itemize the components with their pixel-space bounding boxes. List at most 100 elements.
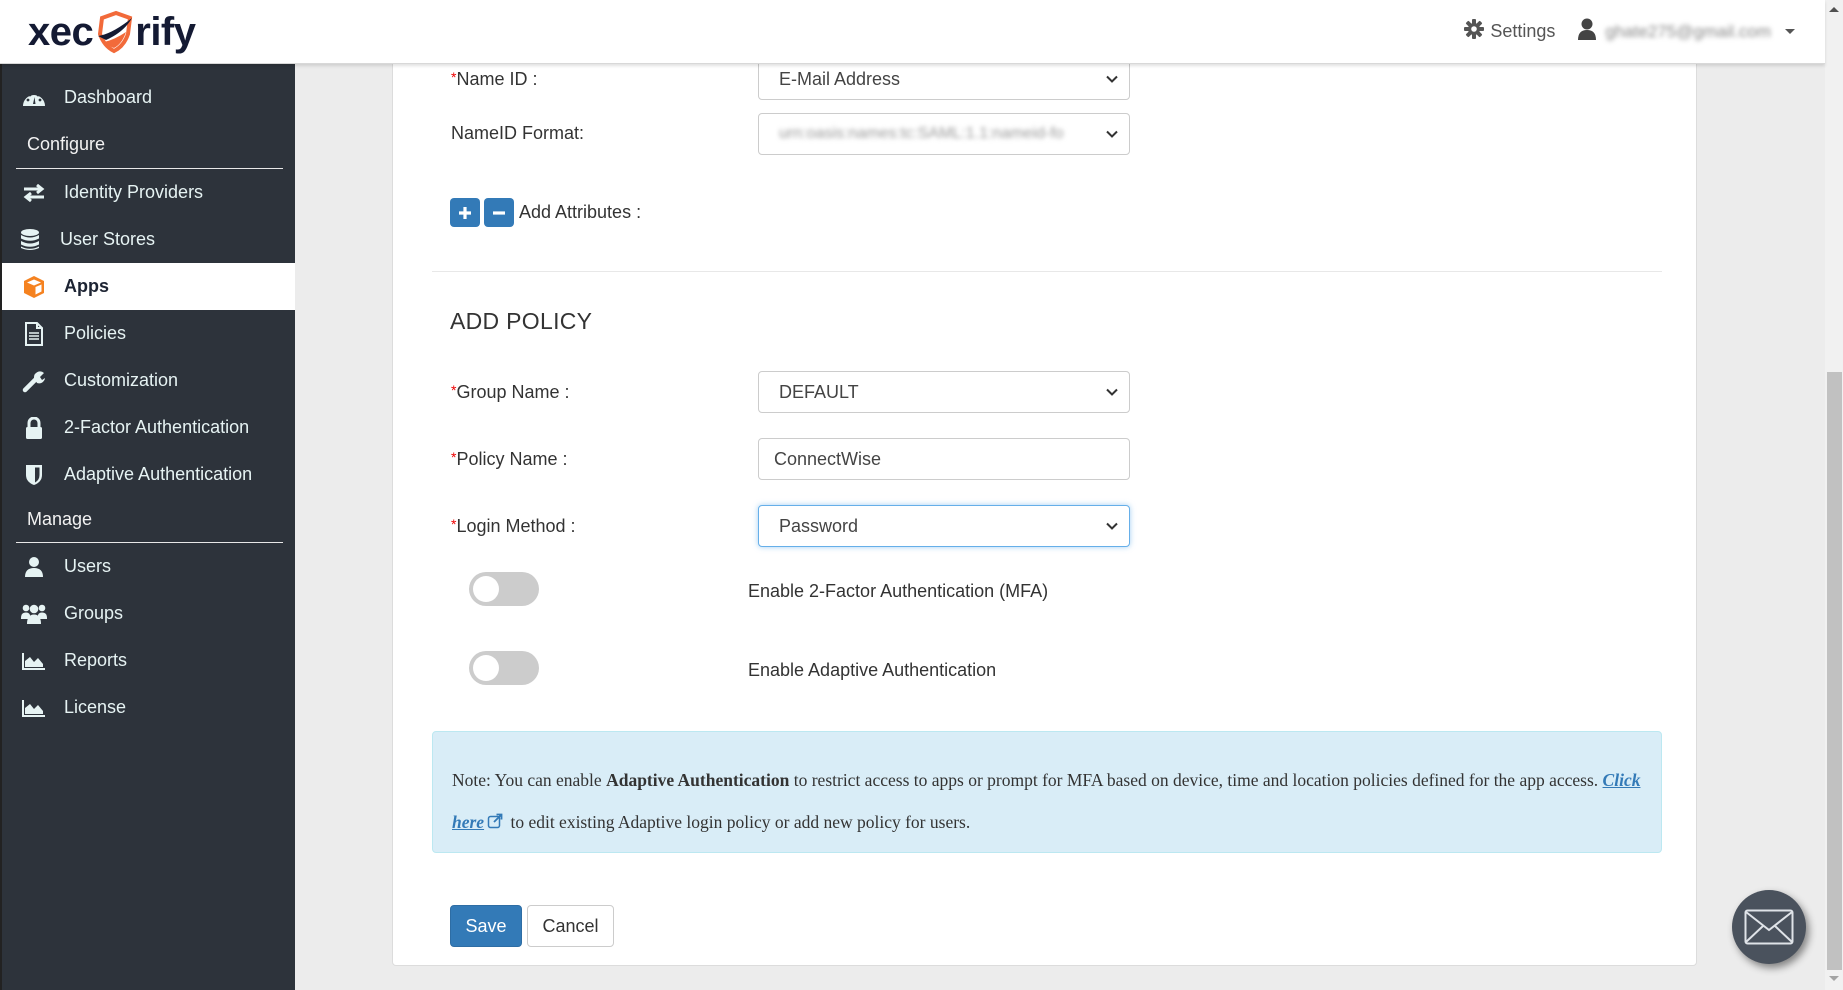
mfa-toggle[interactable] [469,572,539,606]
select-value: Password [779,515,859,536]
note-text: to restrict access to apps or prompt for… [789,770,1603,790]
sidebar-item-label: Users [64,556,112,576]
select-value: urn:oasis:names:tc:SAML:1.1:nameid-fo [779,125,1064,142]
sidebar-item-policies[interactable]: Policies [2,310,295,357]
sidebar-item-user-stores[interactable]: User Stores [2,216,295,263]
lock-icon [20,416,48,440]
settings-link[interactable]: Settings [1464,19,1555,44]
logo-text-left: xec [28,9,94,54]
logo-shield-icon [94,10,134,54]
sidebar-item-identity-providers[interactable]: Identity Providers [2,169,295,216]
login-method-label: *Login Method : [451,516,576,537]
cancel-button[interactable]: Cancel [527,905,614,947]
sidebar-item-2fa[interactable]: 2-Factor Authentication [2,404,295,451]
label-text: Login Method : [456,516,576,536]
login-method-select[interactable]: Password [758,505,1130,547]
input-value: ConnectWise [774,448,882,469]
section-configure: Configure [27,134,106,154]
toggle-knob [473,655,499,681]
sidebar-item-dashboard[interactable]: Dashboard [2,74,295,121]
select-value: E-Mail Address [779,68,901,89]
sidebar: Dashboard Configure Identity Providers U… [0,64,295,990]
scroll-up-arrow-icon[interactable] [1829,7,1839,12]
sidebar-item-license[interactable]: License [2,684,295,731]
top-header: xec rify Settings ghate275@gmail.com [0,0,1825,64]
note-text: to edit existing Adaptive login policy o… [506,812,971,832]
name-id-select[interactable]: E-Mail Address [758,58,1130,100]
logo-text-right: rify [135,9,196,54]
section-manage: Manage [27,509,93,529]
toggle-knob [473,576,499,602]
note-text: Note: You can enable [452,770,607,790]
sidebar-item-adaptive-auth[interactable]: Adaptive Authentication [2,451,295,498]
users-icon [20,602,48,626]
chevron-down-icon [1106,388,1118,396]
xecurify-logo[interactable]: xec rify [28,8,196,56]
dashboard-icon [20,86,48,110]
sidebar-item-apps[interactable]: Apps [2,263,295,310]
remove-attribute-button[interactable] [484,198,514,227]
user-menu[interactable]: ghate275@gmail.com [1577,18,1795,45]
database-icon [16,228,44,252]
sidebar-item-users[interactable]: Users [2,543,295,590]
group-name-label: *Group Name : [451,382,570,403]
sidebar-item-label: Reports [64,650,128,670]
note-bold-text: Adaptive Authentication [606,770,790,790]
sidebar-item-label: Identity Providers [64,182,204,202]
sidebar-item-label: Groups [64,603,124,623]
chevron-down-icon [1106,130,1118,138]
mfa-toggle-label: Enable 2-Factor Authentication (MFA) [748,581,1049,601]
nameid-format-label: NameID Format: [451,123,585,143]
sidebar-item-label: Adaptive Authentication [64,464,253,484]
adaptive-auth-note: Note: You can enable Adaptive Authentica… [432,731,1662,853]
section-divider [432,271,1662,272]
chevron-down-icon [1785,29,1795,34]
sidebar-item-reports[interactable]: Reports [2,637,295,684]
label-text: Policy Name : [456,449,568,469]
name-id-label: *Name ID : [451,69,537,90]
chevron-down-icon [1106,75,1118,83]
scroll-down-arrow-icon[interactable] [1829,976,1839,981]
label-text: Name ID : [456,69,538,89]
sidebar-item-label: License [64,697,127,717]
shield-icon [20,463,48,487]
app-config-card: *Name ID : E-Mail Address NameID Format:… [392,58,1697,966]
sidebar-item-groups[interactable]: Groups [2,590,295,637]
document-icon [20,321,48,346]
add-attributes-label: Add Attributes : [519,202,642,222]
gear-icon [1464,19,1485,44]
external-link-icon [487,802,503,829]
user-email: ghate275@gmail.com [1605,21,1771,41]
sidebar-item-label: Policies [64,323,127,343]
user-icon [20,555,48,579]
policy-name-input[interactable]: ConnectWise [758,438,1130,480]
chevron-down-icon [1106,522,1118,530]
sidebar-item-label: Customization [64,370,179,390]
mail-icon [1744,909,1794,945]
sidebar-item-customization[interactable]: Customization [2,357,295,404]
wrench-icon [20,369,48,393]
sidebar-item-label: Apps [64,276,109,296]
select-value: DEFAULT [779,381,859,402]
page-scrollbar[interactable] [1825,0,1843,990]
contact-support-button[interactable] [1732,890,1806,964]
scrollbar-thumb[interactable] [1827,372,1842,970]
policy-name-label: *Policy Name : [451,449,568,470]
area-chart-icon [20,649,48,673]
sidebar-item-label: User Stores [60,229,156,249]
sidebar-item-label: 2-Factor Authentication [64,417,250,437]
area-chart-icon [20,696,48,720]
nameid-format-select[interactable]: urn:oasis:names:tc:SAML:1.1:nameid-fo [758,113,1130,155]
add-attribute-button[interactable] [450,198,480,227]
save-button[interactable]: Save [450,905,522,947]
label-text: Group Name : [456,382,570,402]
user-icon [1577,18,1597,45]
sidebar-item-label: Dashboard [64,87,153,107]
settings-label: Settings [1490,21,1556,41]
group-name-select[interactable]: DEFAULT [758,371,1130,413]
adaptive-auth-toggle[interactable] [469,651,539,685]
cube-icon [20,275,48,299]
minus-icon [493,210,505,215]
plus-icon [459,206,471,219]
add-policy-heading: ADD POLICY [450,308,593,334]
